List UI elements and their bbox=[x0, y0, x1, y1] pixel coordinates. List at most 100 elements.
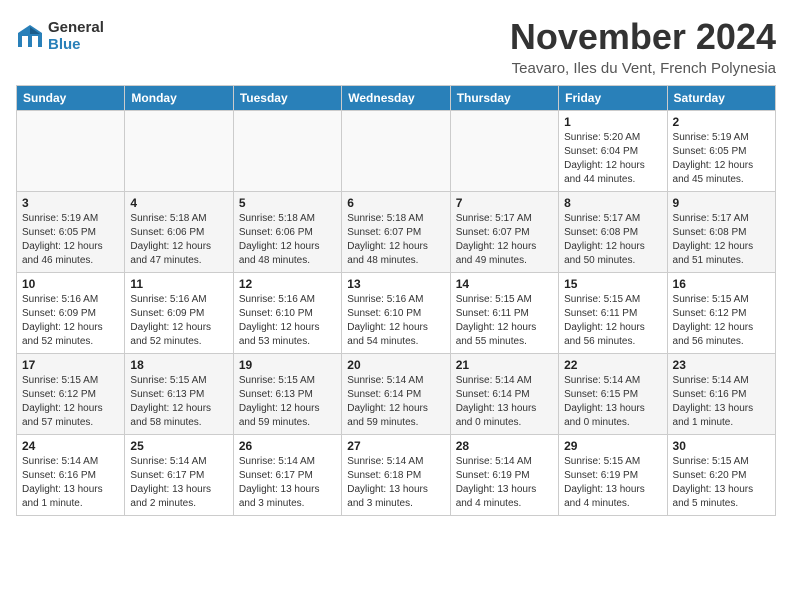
calendar-day-header: Thursday bbox=[450, 86, 558, 111]
day-info: Sunrise: 5:14 AMSunset: 6:17 PMDaylight:… bbox=[130, 455, 227, 511]
day-number: 7 bbox=[456, 196, 553, 210]
day-info: Sunrise: 5:15 AMSunset: 6:11 PMDaylight:… bbox=[564, 293, 661, 349]
day-number: 20 bbox=[347, 358, 444, 372]
logo-blue-text: Blue bbox=[48, 37, 104, 54]
day-number: 28 bbox=[456, 439, 553, 453]
calendar-cell: 17Sunrise: 5:15 AMSunset: 6:12 PMDayligh… bbox=[17, 354, 125, 435]
day-info: Sunrise: 5:18 AMSunset: 6:06 PMDaylight:… bbox=[239, 212, 336, 268]
calendar-cell: 3Sunrise: 5:19 AMSunset: 6:05 PMDaylight… bbox=[17, 192, 125, 273]
calendar-cell: 12 Sunrise: 5:16 AMSunset: 6:10 PMDayligh… bbox=[233, 273, 341, 354]
day-info: Sunrise: 5:17 AMSunset: 6:07 PMDaylight:… bbox=[456, 212, 553, 268]
calendar-header-row: SundayMondayTuesdayWednesdayThursdayFrid… bbox=[17, 86, 776, 111]
location-subtitle: Teavaro, Iles du Vent, French Polynesia bbox=[510, 60, 776, 77]
calendar-day-header: Tuesday bbox=[233, 86, 341, 111]
calendar-day-header: Friday bbox=[559, 86, 667, 111]
calendar-cell: 7 Sunrise: 5:17 AMSunset: 6:07 PMDaylight… bbox=[450, 192, 558, 273]
calendar-cell: 2Sunrise: 5:19 AMSunset: 6:05 PMDaylight… bbox=[667, 111, 775, 192]
calendar-cell: 5 Sunrise: 5:18 AMSunset: 6:06 PMDaylight… bbox=[233, 192, 341, 273]
day-number: 19 bbox=[239, 358, 336, 372]
day-info: Sunrise: 5:20 AMSunset: 6:04 PMDaylight:… bbox=[564, 131, 661, 187]
calendar-cell: 14 Sunrise: 5:15 AMSunset: 6:11 PMDayligh… bbox=[450, 273, 558, 354]
day-number: 26 bbox=[239, 439, 336, 453]
day-info: Sunrise: 5:14 AMSunset: 6:14 PMDaylight:… bbox=[456, 374, 553, 430]
calendar-week-row: 1 Sunrise: 5:20 AMSunset: 6:04 PMDaylight… bbox=[17, 111, 776, 192]
day-number: 27 bbox=[347, 439, 444, 453]
day-info: Sunrise: 5:15 AMSunset: 6:12 PMDaylight:… bbox=[673, 293, 770, 349]
calendar-cell: 22 Sunrise: 5:14 AMSunset: 6:15 PMDayligh… bbox=[559, 354, 667, 435]
day-info: Sunrise: 5:14 AMSunset: 6:15 PMDaylight:… bbox=[564, 374, 661, 430]
day-number: 3 bbox=[22, 196, 119, 210]
day-info: Sunrise: 5:14 AMSunset: 6:16 PMDaylight:… bbox=[673, 374, 770, 430]
calendar-cell: 9Sunrise: 5:17 AMSunset: 6:08 PMDaylight… bbox=[667, 192, 775, 273]
title-area: November 2024 Teavaro, Iles du Vent, Fre… bbox=[510, 16, 776, 77]
day-number: 12 bbox=[239, 277, 336, 291]
calendar-cell bbox=[233, 111, 341, 192]
calendar-cell bbox=[342, 111, 450, 192]
day-number: 11 bbox=[130, 277, 227, 291]
day-info: Sunrise: 5:15 AMSunset: 6:13 PMDaylight:… bbox=[239, 374, 336, 430]
day-number: 8 bbox=[564, 196, 661, 210]
calendar-cell: 8 Sunrise: 5:17 AMSunset: 6:08 PMDaylight… bbox=[559, 192, 667, 273]
calendar-cell: 10Sunrise: 5:16 AMSunset: 6:09 PMDayligh… bbox=[17, 273, 125, 354]
day-number: 15 bbox=[564, 277, 661, 291]
day-info: Sunrise: 5:18 AMSunset: 6:06 PMDaylight:… bbox=[130, 212, 227, 268]
calendar-cell: 19 Sunrise: 5:15 AMSunset: 6:13 PMDayligh… bbox=[233, 354, 341, 435]
calendar-week-row: 24Sunrise: 5:14 AMSunset: 6:16 PMDayligh… bbox=[17, 435, 776, 516]
calendar-cell: 30Sunrise: 5:15 AMSunset: 6:20 PMDayligh… bbox=[667, 435, 775, 516]
day-number: 1 bbox=[564, 115, 661, 129]
logo-general-text: General bbox=[48, 20, 104, 37]
day-info: Sunrise: 5:17 AMSunset: 6:08 PMDaylight:… bbox=[564, 212, 661, 268]
day-info: Sunrise: 5:15 AMSunset: 6:12 PMDaylight:… bbox=[22, 374, 119, 430]
day-info: Sunrise: 5:16 AMSunset: 6:10 PMDaylight:… bbox=[239, 293, 336, 349]
calendar-cell: 18 Sunrise: 5:15 AMSunset: 6:13 PMDayligh… bbox=[125, 354, 233, 435]
logo-icon bbox=[16, 23, 44, 51]
calendar-week-row: 10Sunrise: 5:16 AMSunset: 6:09 PMDayligh… bbox=[17, 273, 776, 354]
calendar-cell: 15 Sunrise: 5:15 AMSunset: 6:11 PMDayligh… bbox=[559, 273, 667, 354]
calendar-cell: 21Sunrise: 5:14 AMSunset: 6:14 PMDayligh… bbox=[450, 354, 558, 435]
calendar-cell bbox=[450, 111, 558, 192]
calendar-day-header: Wednesday bbox=[342, 86, 450, 111]
calendar-cell: 26 Sunrise: 5:14 AMSunset: 6:17 PMDayligh… bbox=[233, 435, 341, 516]
day-info: Sunrise: 5:16 AMSunset: 6:10 PMDaylight:… bbox=[347, 293, 444, 349]
day-number: 2 bbox=[673, 115, 770, 129]
calendar-day-header: Sunday bbox=[17, 86, 125, 111]
day-info: Sunrise: 5:15 AMSunset: 6:19 PMDaylight:… bbox=[564, 455, 661, 511]
logo-text: General Blue bbox=[48, 20, 104, 53]
month-title: November 2024 bbox=[510, 16, 776, 58]
day-info: Sunrise: 5:14 AMSunset: 6:16 PMDaylight:… bbox=[22, 455, 119, 511]
day-number: 14 bbox=[456, 277, 553, 291]
day-number: 13 bbox=[347, 277, 444, 291]
day-number: 18 bbox=[130, 358, 227, 372]
logo: General Blue bbox=[16, 20, 104, 53]
calendar-cell: 4Sunrise: 5:18 AMSunset: 6:06 PMDaylight… bbox=[125, 192, 233, 273]
calendar-cell: 27 Sunrise: 5:14 AMSunset: 6:18 PMDayligh… bbox=[342, 435, 450, 516]
day-number: 25 bbox=[130, 439, 227, 453]
day-number: 22 bbox=[564, 358, 661, 372]
day-info: Sunrise: 5:14 AMSunset: 6:18 PMDaylight:… bbox=[347, 455, 444, 511]
day-info: Sunrise: 5:14 AMSunset: 6:17 PMDaylight:… bbox=[239, 455, 336, 511]
day-info: Sunrise: 5:18 AMSunset: 6:07 PMDaylight:… bbox=[347, 212, 444, 268]
calendar-cell bbox=[17, 111, 125, 192]
calendar-table: SundayMondayTuesdayWednesdayThursdayFrid… bbox=[16, 85, 776, 516]
calendar-cell: 23Sunrise: 5:14 AMSunset: 6:16 PMDayligh… bbox=[667, 354, 775, 435]
day-number: 29 bbox=[564, 439, 661, 453]
day-number: 9 bbox=[673, 196, 770, 210]
day-info: Sunrise: 5:14 AMSunset: 6:19 PMDaylight:… bbox=[456, 455, 553, 511]
calendar-week-row: 17Sunrise: 5:15 AMSunset: 6:12 PMDayligh… bbox=[17, 354, 776, 435]
calendar-cell: 16 Sunrise: 5:15 AMSunset: 6:12 PMDayligh… bbox=[667, 273, 775, 354]
calendar-week-row: 3Sunrise: 5:19 AMSunset: 6:05 PMDaylight… bbox=[17, 192, 776, 273]
calendar-cell: 24Sunrise: 5:14 AMSunset: 6:16 PMDayligh… bbox=[17, 435, 125, 516]
calendar-day-header: Monday bbox=[125, 86, 233, 111]
day-number: 5 bbox=[239, 196, 336, 210]
day-info: Sunrise: 5:15 AMSunset: 6:13 PMDaylight:… bbox=[130, 374, 227, 430]
calendar-day-header: Saturday bbox=[667, 86, 775, 111]
calendar-cell: 13 Sunrise: 5:16 AMSunset: 6:10 PMDayligh… bbox=[342, 273, 450, 354]
day-number: 6 bbox=[347, 196, 444, 210]
day-info: Sunrise: 5:14 AMSunset: 6:14 PMDaylight:… bbox=[347, 374, 444, 430]
calendar-cell: 6 Sunrise: 5:18 AMSunset: 6:07 PMDaylight… bbox=[342, 192, 450, 273]
day-number: 16 bbox=[673, 277, 770, 291]
calendar-cell bbox=[125, 111, 233, 192]
day-number: 10 bbox=[22, 277, 119, 291]
calendar-cell: 1 Sunrise: 5:20 AMSunset: 6:04 PMDaylight… bbox=[559, 111, 667, 192]
day-info: Sunrise: 5:15 AMSunset: 6:11 PMDaylight:… bbox=[456, 293, 553, 349]
